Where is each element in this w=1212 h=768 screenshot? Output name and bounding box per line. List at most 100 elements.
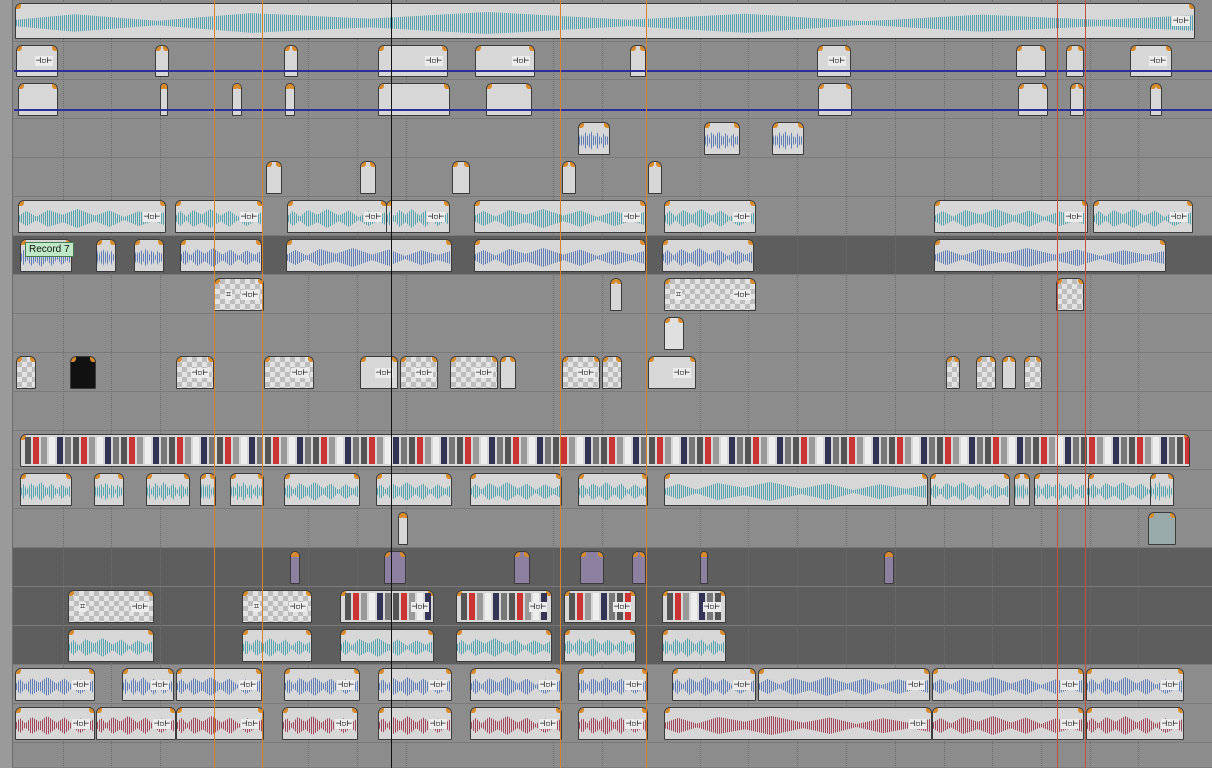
timeline-event[interactable]: ⊣▫⊢ [175,200,263,233]
fade-out-handle-icon[interactable] [1078,669,1083,674]
timeline-event[interactable] [934,239,1166,272]
fade-out-handle-icon[interactable] [442,46,447,51]
track-header-5[interactable] [0,158,13,197]
timeline-event[interactable] [1018,83,1048,116]
timeline-event[interactable] [818,83,852,116]
fade-out-handle-icon[interactable] [352,708,357,713]
fade-out-handle-icon[interactable] [1078,84,1083,89]
event-fx-icon[interactable]: ⊣▫⊢ [732,289,751,300]
fade-in-handle-icon[interactable] [156,46,161,51]
track-header-13[interactable] [0,470,13,509]
timeline-event[interactable]: ⊣▫⊢ [672,668,756,701]
fade-out-handle-icon[interactable] [1189,4,1194,9]
track-header-11[interactable] [0,392,13,431]
track-header-3[interactable] [0,80,13,119]
fade-in-handle-icon[interactable] [287,240,292,245]
fade-out-handle-icon[interactable] [354,474,359,479]
timeline-event[interactable]: ⊣▫⊢ [470,668,562,701]
track-header-18[interactable] [0,665,13,704]
event-fx-icon[interactable]: ⊣▫⊢ [528,601,547,612]
fade-out-handle-icon[interactable] [1078,46,1083,51]
fade-out-handle-icon[interactable] [594,357,599,362]
track-header-7[interactable] [0,236,13,275]
fade-out-handle-icon[interactable] [954,357,959,362]
fade-out-handle-icon[interactable] [428,630,433,635]
volume-envelope[interactable] [14,70,1212,72]
timeline-event[interactable]: ⊣▫⊢ ⌗ [214,278,264,311]
fade-out-handle-icon[interactable] [66,474,71,479]
fade-in-handle-icon[interactable] [665,279,670,284]
fade-in-handle-icon[interactable] [17,46,22,51]
event-fx-icon[interactable]: ⊣▫⊢ [622,211,641,222]
fade-out-handle-icon[interactable] [208,357,213,362]
fade-in-handle-icon[interactable] [361,357,366,362]
marker-line[interactable] [560,0,561,768]
fade-in-handle-icon[interactable] [471,669,476,674]
timeline-event[interactable] [360,161,376,194]
event-fx-icon[interactable]: ⊣▫⊢ [426,211,445,222]
fade-in-handle-icon[interactable] [501,357,506,362]
fade-out-handle-icon[interactable] [89,669,94,674]
timeline-event[interactable] [578,122,610,155]
fade-in-handle-icon[interactable] [1151,474,1156,479]
event-fx-icon[interactable]: ⊣▫⊢ [71,679,90,690]
fade-in-handle-icon[interactable] [1019,84,1024,89]
pan-crop-icon[interactable]: ⌗ [225,289,233,300]
fade-in-handle-icon[interactable] [176,201,181,206]
fade-out-handle-icon[interactable] [308,357,313,362]
timeline-event[interactable] [1150,83,1162,116]
fade-out-handle-icon[interactable] [464,162,469,167]
event-fx-icon[interactable]: ⊣▫⊢ [624,718,643,729]
fade-out-handle-icon[interactable] [402,513,407,518]
fade-in-handle-icon[interactable] [947,357,952,362]
timeline-event[interactable] [284,473,360,506]
fade-in-handle-icon[interactable] [931,474,936,479]
volume-envelope[interactable] [14,109,1212,111]
timeline-event[interactable]: ⊣▫⊢ [456,590,552,623]
timeline-event[interactable] [1148,512,1176,545]
fade-in-handle-icon[interactable] [385,552,390,557]
event-fx-icon[interactable]: ⊣▫⊢ [1060,679,1079,690]
fade-out-handle-icon[interactable] [888,552,893,557]
fade-out-handle-icon[interactable] [52,46,57,51]
fade-in-handle-icon[interactable] [1131,46,1136,51]
fade-in-handle-icon[interactable] [579,123,584,128]
fade-out-handle-icon[interactable] [748,240,753,245]
event-fx-icon[interactable]: ⊣▫⊢ [1064,211,1083,222]
fade-out-handle-icon[interactable] [750,201,755,206]
timeline-event[interactable] [230,473,264,506]
fade-in-handle-icon[interactable] [633,552,638,557]
fade-out-handle-icon[interactable] [1170,513,1175,518]
fade-out-handle-icon[interactable] [1166,46,1171,51]
fade-in-handle-icon[interactable] [819,84,824,89]
fade-in-handle-icon[interactable] [563,357,568,362]
fade-in-handle-icon[interactable] [933,669,938,674]
fade-in-handle-icon[interactable] [1003,357,1008,362]
event-fx-icon[interactable]: ⊣▫⊢ [238,679,257,690]
fade-in-handle-icon[interactable] [759,669,764,674]
event-fx-icon[interactable]: ⊣▫⊢ [240,289,259,300]
fade-in-handle-icon[interactable] [17,357,22,362]
timeline-event[interactable] [486,83,532,116]
fade-in-handle-icon[interactable] [16,708,21,713]
fade-out-handle-icon[interactable] [148,630,153,635]
timeline-event[interactable] [242,629,312,662]
timeline-event[interactable] [456,629,552,662]
fade-out-handle-icon[interactable] [546,630,551,635]
fade-out-handle-icon[interactable] [526,84,531,89]
fade-out-handle-icon[interactable] [656,162,661,167]
timeline-event[interactable] [378,83,450,116]
event-fx-icon[interactable]: ⊣▫⊢ [428,679,447,690]
fade-out-handle-icon[interactable] [354,669,359,674]
timeline-event[interactable]: ⊣▫⊢ [15,707,95,740]
timeline-event[interactable] [376,473,452,506]
timeline-event[interactable] [1014,473,1030,506]
fade-in-handle-icon[interactable] [515,552,520,557]
fade-out-handle-icon[interactable] [256,669,261,674]
fade-in-handle-icon[interactable] [1087,669,1092,674]
track-9[interactable] [0,314,1212,353]
fade-in-handle-icon[interactable] [285,46,290,51]
timeline-event[interactable] [20,473,72,506]
timeline-event[interactable] [232,83,242,116]
timeline-event[interactable]: ⊣▫⊢ [360,356,398,389]
